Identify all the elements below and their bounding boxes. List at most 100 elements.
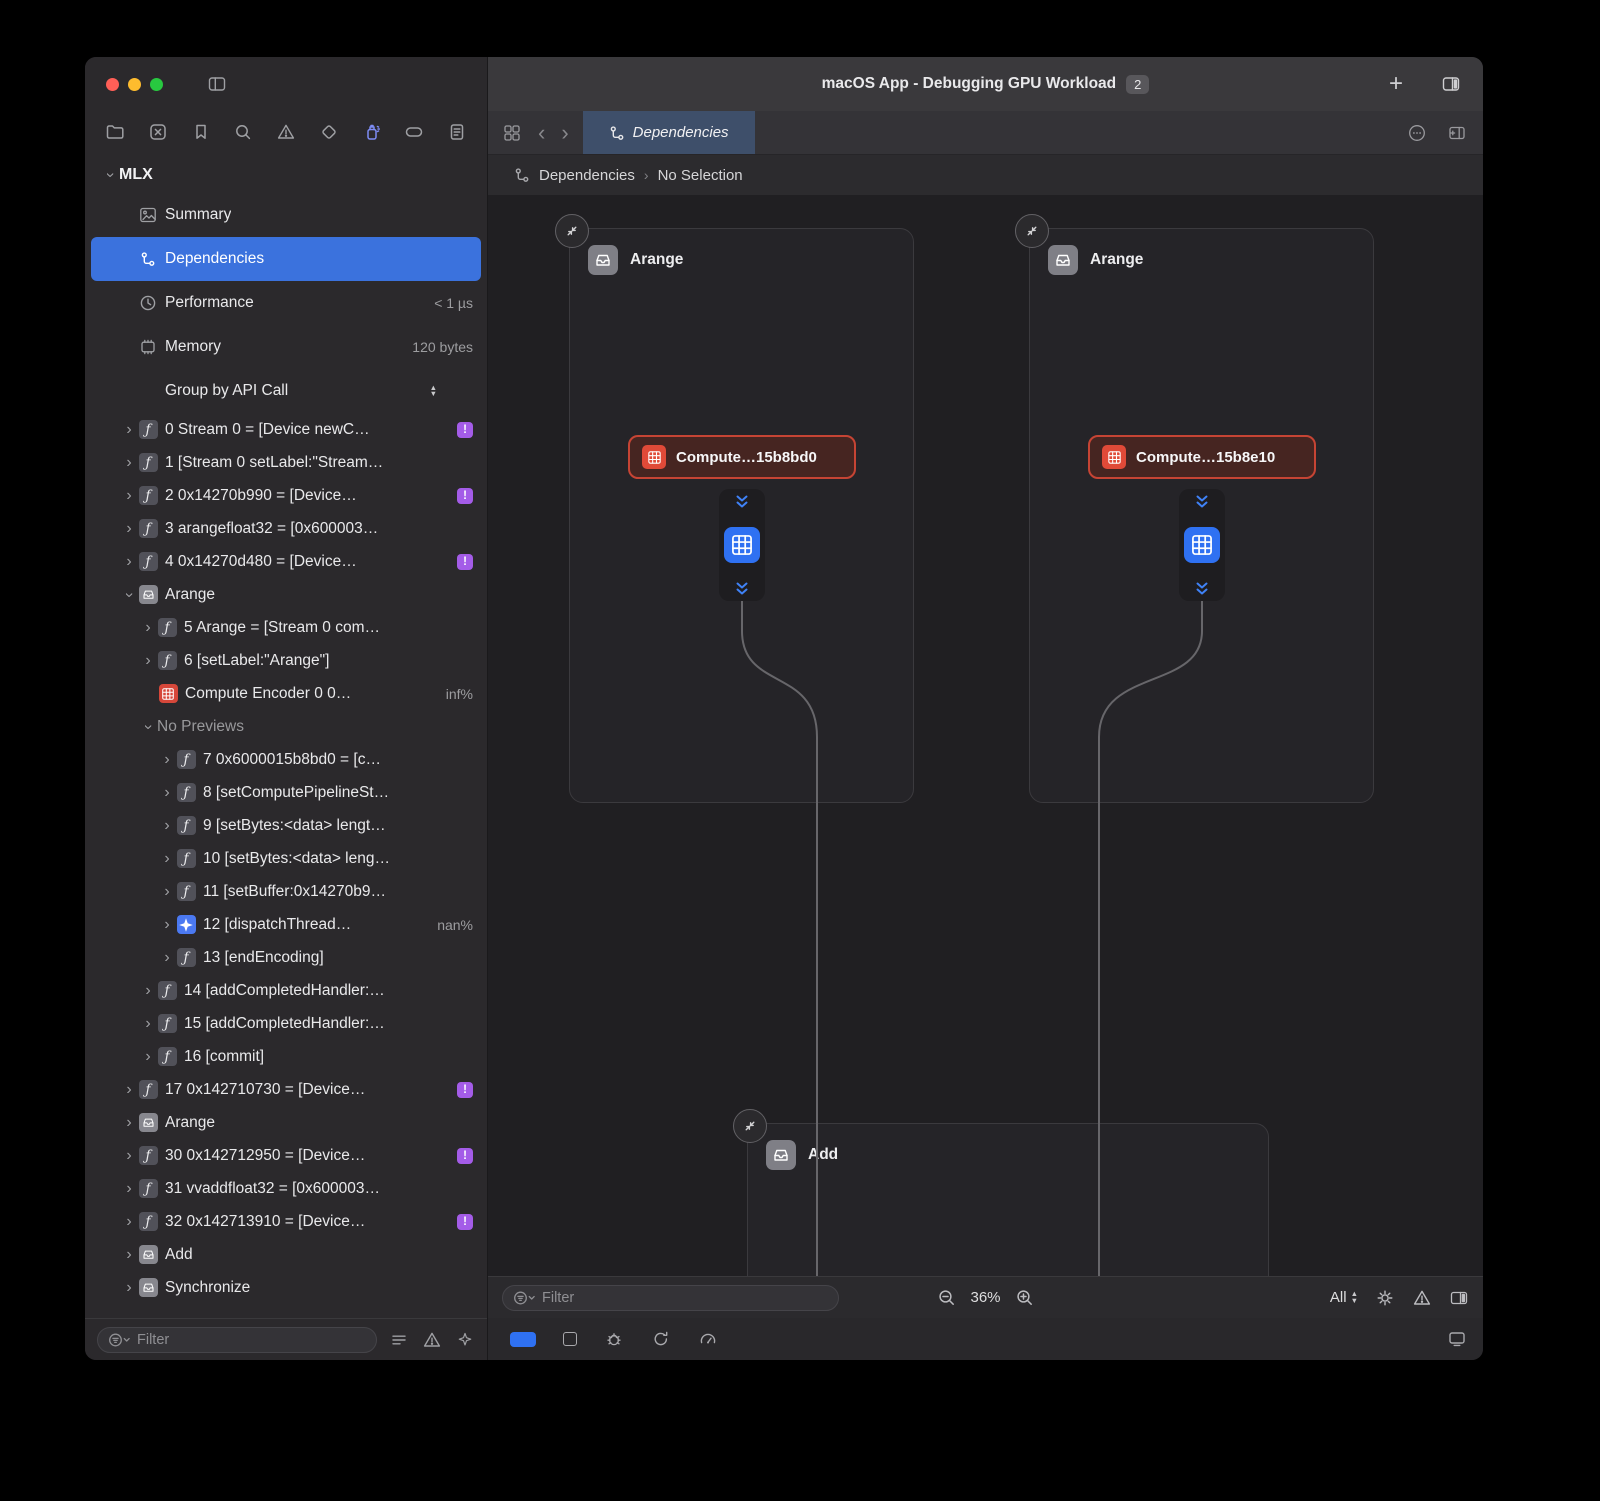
disclosure-chevron[interactable]: › [120,1181,138,1197]
tree-row[interactable]: ›ƒ11 [setBuffer:0x14270b9… [91,875,481,908]
gear-icon[interactable] [1375,1288,1395,1308]
gauge-icon[interactable] [698,1329,718,1349]
disclosure-chevron[interactable]: › [139,1016,157,1032]
tree-row[interactable]: ›ƒ7 0x6000015b8bd0 = [c… [91,743,481,776]
gpu-debug-icon[interactable] [356,119,388,145]
tree-row[interactable]: ›ƒ16 [commit] [91,1040,481,1073]
tree-row[interactable]: ›Arange [91,578,481,611]
disclosure-chevron[interactable]: › [120,1247,138,1263]
disclosure-chevron[interactable]: › [158,818,176,834]
display-icon[interactable] [1447,1329,1467,1349]
tab-overview-icon[interactable] [502,123,522,143]
warning-icon[interactable] [270,119,302,145]
search-icon[interactable] [227,119,259,145]
tree-row[interactable]: ›No Previews [91,710,481,743]
runtime-issue-icon[interactable]: ! [457,1082,473,1098]
dependency-canvas[interactable]: ArangeArangeAddCompute…15b8bd0Compute…15… [488,195,1483,1276]
minimize-window-button[interactable] [128,78,141,91]
tree-row[interactable]: Compute Encoder 0 0…inf% [91,677,481,710]
resource-stack[interactable] [719,489,765,601]
tree-row[interactable]: ›ƒ4 0x14270d480 = [Device…! [91,545,481,578]
align-icon[interactable] [389,1330,409,1350]
disclosure-chevron[interactable]: › [158,785,176,801]
tree-row[interactable]: Memory120 bytes [91,325,481,369]
capsule-icon[interactable] [398,119,430,145]
folder-icon[interactable] [99,119,131,145]
tab-dependencies[interactable]: Dependencies [583,111,755,154]
close-window-button[interactable] [106,78,119,91]
mode-pill-icon[interactable] [510,1332,536,1347]
tree-row[interactable]: ›ƒ3 arangefloat32 = [0x600003… [91,512,481,545]
sidebar-toggle-icon[interactable] [207,74,227,94]
tree-row[interactable]: ›ƒ9 [setBytes:<data> lengt… [91,809,481,842]
tree-row[interactable]: ›ƒ1 [Stream 0 setLabel:"Stream… [91,446,481,479]
warning-icon[interactable] [422,1330,442,1350]
zoom-out-icon[interactable] [936,1288,956,1308]
disclosure-chevron[interactable]: › [139,653,157,669]
tree-row[interactable]: ›ƒ8 [setComputePipelineSt… [91,776,481,809]
disclosure-chevron[interactable]: › [139,1049,157,1065]
breadcrumb-item[interactable]: No Selection [658,167,743,184]
zoom-window-button[interactable] [150,78,163,91]
canvas-filter-field[interactable]: Filter [502,1285,839,1311]
add-editor-icon[interactable] [1447,123,1467,143]
report-icon[interactable] [441,119,473,145]
tree-row[interactable]: ›ƒ6 [setLabel:"Arange"] [91,644,481,677]
disclosure-chevron[interactable]: › [158,752,176,768]
refresh-icon[interactable] [651,1329,671,1349]
tree-row[interactable]: Performance< 1 µs [91,281,481,325]
runtime-issue-icon[interactable]: ! [457,1214,473,1230]
disclosure-chevron[interactable]: › [120,1082,138,1098]
compute-encoder-node[interactable]: Compute…15b8bd0 [628,435,856,479]
disclosure-chevron[interactable]: › [120,1214,138,1230]
tree-row[interactable]: Group by API Call▲▼ [91,369,481,413]
add-tab-icon[interactable]: + [1389,72,1403,96]
runtime-issue-icon[interactable]: ! [457,554,473,570]
editor-panel-icon[interactable] [1441,74,1461,94]
disclosure-chevron[interactable]: › [158,950,176,966]
disclosure-chevron[interactable]: › [139,983,157,999]
stepper-icon[interactable]: ▲▼ [430,385,437,398]
panel-right-icon[interactable] [1449,1288,1469,1308]
disclosure-chevron[interactable]: › [102,166,118,184]
runtime-issue-icon[interactable]: ! [457,488,473,504]
tree-row[interactable]: ›ƒ10 [setBytes:<data> leng… [91,842,481,875]
tree-row[interactable]: ›12 [dispatchThread…nan% [91,908,481,941]
runtime-issue-icon[interactable]: ! [457,1148,473,1164]
more-options-icon[interactable] [1407,123,1427,143]
compute-encoder-node[interactable]: Compute…15b8e10 [1088,435,1316,479]
sidebar-filter-field[interactable]: Filter [97,1327,377,1353]
zoom-in-icon[interactable] [1015,1288,1035,1308]
runtime-issue-icon[interactable]: ! [457,422,473,438]
select-rect-icon[interactable] [563,1332,577,1346]
tag-icon[interactable] [313,119,345,145]
tree-row[interactable]: Summary [91,193,481,237]
tree-row[interactable]: ›ƒ17 0x142710730 = [Device…! [91,1073,481,1106]
breadcrumb-item[interactable]: Dependencies [539,167,635,184]
bug-icon[interactable] [604,1329,624,1349]
forward-button[interactable]: › [561,122,568,144]
disclosure-chevron[interactable]: › [140,718,156,736]
disclosure-chevron[interactable]: › [120,422,138,438]
tree-row[interactable]: ›Add [91,1238,481,1271]
disclosure-chevron[interactable]: › [158,884,176,900]
disclosure-chevron[interactable]: › [120,554,138,570]
tree-row[interactable]: ›Synchronize [91,1271,481,1304]
tree-row[interactable]: ›ƒ30 0x142712950 = [Device…! [91,1139,481,1172]
symbols-icon[interactable] [142,119,174,145]
tree-root-row[interactable]: ›MLX [91,157,481,193]
disclosure-chevron[interactable]: › [120,455,138,471]
disclosure-chevron[interactable]: › [121,586,137,604]
tree-row[interactable]: ›Arange [91,1106,481,1139]
buffer-grid-icon[interactable] [1184,527,1220,563]
tree-row[interactable]: ›ƒ31 vvaddfloat32 = [0x600003… [91,1172,481,1205]
buffer-grid-icon[interactable] [724,527,760,563]
bookmark-icon[interactable] [185,119,217,145]
disclosure-chevron[interactable]: › [120,1115,138,1131]
back-button[interactable]: ‹ [538,122,545,144]
resource-stack[interactable] [1179,489,1225,601]
disclosure-chevron[interactable]: › [120,521,138,537]
scope-selector[interactable]: All ▲▼ [1330,1289,1358,1306]
tree-row[interactable]: Dependencies [91,237,481,281]
disclosure-chevron[interactable]: › [120,1280,138,1296]
